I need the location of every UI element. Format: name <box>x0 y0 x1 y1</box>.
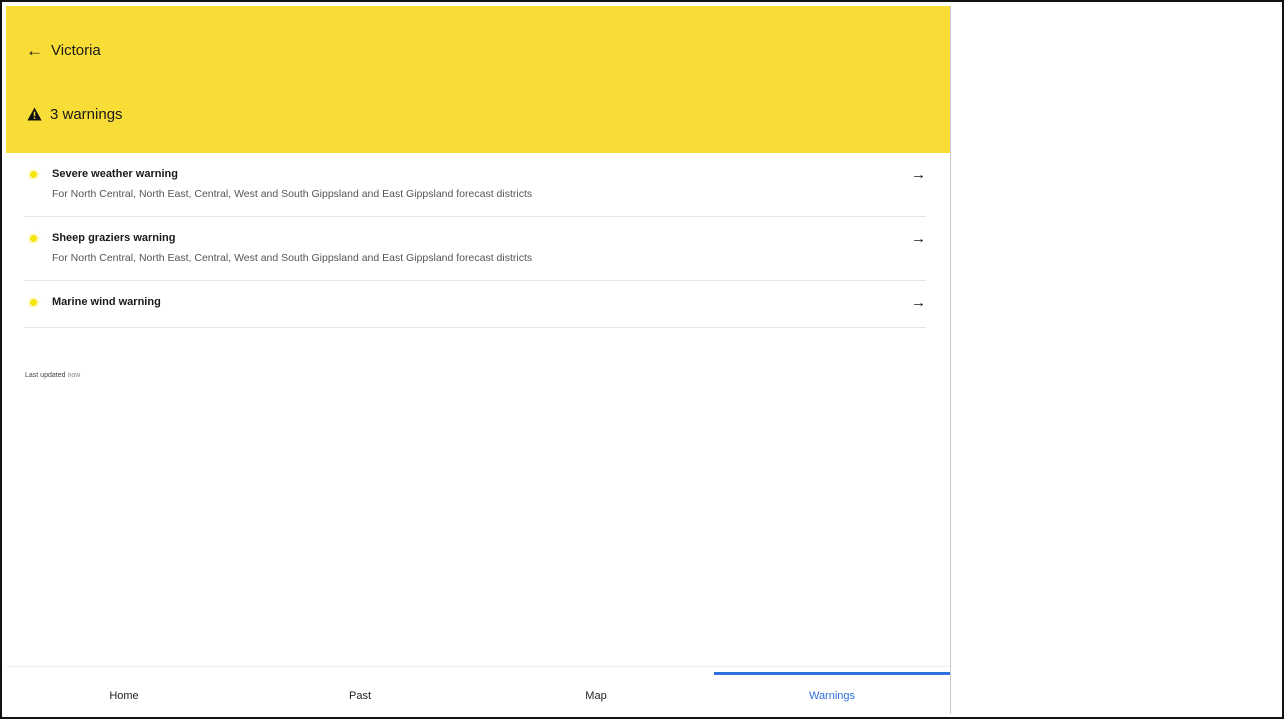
arrow-right-icon[interactable]: → <box>911 295 926 310</box>
tab-warnings[interactable]: Warnings <box>714 667 950 714</box>
back-button[interactable]: ← Victoria <box>26 39 101 61</box>
header: ← Victoria 3 warnings <box>6 6 950 153</box>
warning-item-sheep-graziers[interactable]: Sheep graziers warning For North Central… <box>24 217 926 281</box>
warning-item-severe-weather[interactable]: Severe weather warning For North Central… <box>24 153 926 217</box>
bottom-tab-bar: Home Past Map Warnings <box>6 666 950 714</box>
tab-warnings-label[interactable]: Warnings <box>714 667 950 702</box>
warning-subtitle: For North Central, North East, Central, … <box>52 252 533 264</box>
arrow-right-icon[interactable]: → <box>911 231 926 246</box>
arrow-right-icon[interactable]: → <box>911 167 926 182</box>
warnings-summary: 3 warnings <box>27 103 123 125</box>
warning-item-marine-wind[interactable]: Marine wind warning → <box>24 281 926 328</box>
window-frame: ← Victoria 3 warnings Severe weather war… <box>0 0 1284 719</box>
warning-dot-icon <box>30 171 37 178</box>
warning-count: 3 warnings <box>50 105 123 123</box>
back-arrow-icon[interactable]: ← <box>26 42 43 59</box>
warning-title: Marine wind warning <box>52 296 161 308</box>
tab-home[interactable]: Home <box>6 667 242 714</box>
tab-map-label[interactable]: Map <box>478 667 714 702</box>
last-updated-label: Last updated <box>25 372 66 379</box>
tab-home-label[interactable]: Home <box>6 667 242 702</box>
back-label[interactable]: Victoria <box>51 42 101 59</box>
last-updated: Last updated now <box>25 372 80 379</box>
tab-past[interactable]: Past <box>242 667 478 714</box>
warning-dot-icon <box>30 235 37 242</box>
warning-triangle-icon <box>27 107 42 121</box>
tab-map[interactable]: Map <box>478 667 714 714</box>
warning-subtitle: For North Central, North East, Central, … <box>52 188 533 200</box>
warning-title: Severe weather warning <box>52 168 178 180</box>
warnings-list: Severe weather warning For North Central… <box>6 153 950 328</box>
tab-past-label[interactable]: Past <box>242 667 478 702</box>
app-view: ← Victoria 3 warnings Severe weather war… <box>6 6 951 714</box>
last-updated-value: now <box>67 372 81 379</box>
warning-dot-icon <box>30 299 37 306</box>
warning-title: Sheep graziers warning <box>52 232 176 244</box>
